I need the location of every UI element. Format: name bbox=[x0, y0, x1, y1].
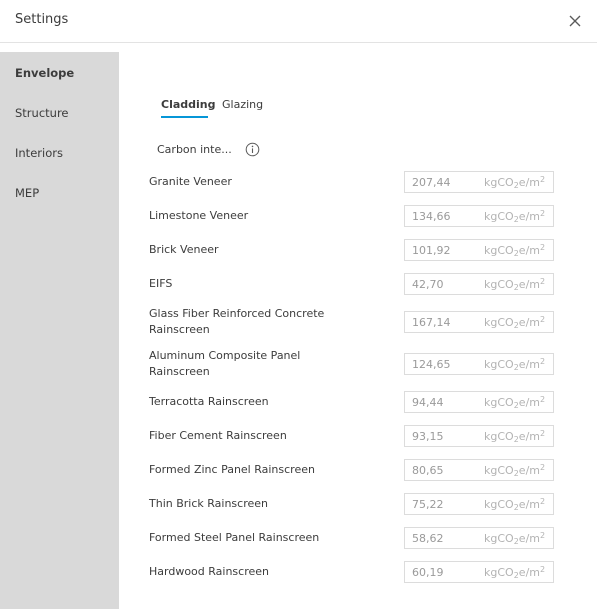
material-label: Glass Fiber Reinforced Concrete Rainscre… bbox=[149, 307, 325, 336]
carbon-intensity-value: 124,65 bbox=[412, 358, 451, 371]
carbon-intensity-field[interactable]: 124,65 kgCO2e/m2 bbox=[404, 353, 554, 375]
material-label: Fiber Cement Rainscreen bbox=[149, 429, 287, 442]
settings-dialog: Settings Envelope Structure Interiors ME… bbox=[0, 0, 597, 609]
unit-label: kgCO2e/m2 bbox=[484, 315, 546, 330]
carbon-intensity-field[interactable]: 75,22 kgCO2e/m2 bbox=[404, 493, 554, 515]
sidebar: Envelope Structure Interiors MEP bbox=[0, 52, 119, 609]
carbon-intensity-value: 207,44 bbox=[412, 176, 451, 189]
material-label: Granite Veneer bbox=[149, 175, 232, 188]
unit-label: kgCO2e/m2 bbox=[484, 395, 546, 410]
carbon-intensity-value: 75,22 bbox=[412, 498, 444, 511]
unit-label: kgCO2e/m2 bbox=[484, 497, 546, 512]
tab-cladding[interactable]: Cladding bbox=[161, 98, 216, 111]
unit-label: kgCO2e/m2 bbox=[484, 531, 546, 546]
carbon-intensity-value: 60,19 bbox=[412, 566, 444, 579]
material-label: Formed Zinc Panel Rainscreen bbox=[149, 463, 315, 476]
carbon-intensity-field[interactable]: 60,19 kgCO2e/m2 bbox=[404, 561, 554, 583]
carbon-intensity-value: 80,65 bbox=[412, 464, 444, 477]
carbon-intensity-field[interactable]: 80,65 kgCO2e/m2 bbox=[404, 459, 554, 481]
dialog-title: Settings bbox=[15, 12, 69, 27]
unit-label: kgCO2e/m2 bbox=[484, 565, 546, 580]
carbon-intensity-label: Carbon inte... bbox=[157, 143, 232, 156]
sidebar-item-structure[interactable]: Structure bbox=[15, 106, 69, 120]
carbon-intensity-field[interactable]: 58,62 kgCO2e/m2 bbox=[404, 527, 554, 549]
material-label: Limestone Veneer bbox=[149, 209, 249, 222]
dialog-header: Settings bbox=[0, 0, 597, 43]
carbon-intensity-field[interactable]: 101,92 kgCO2e/m2 bbox=[404, 239, 554, 261]
carbon-intensity-field[interactable]: 207,44 kgCO2e/m2 bbox=[404, 171, 554, 193]
material-label: Hardwood Rainscreen bbox=[149, 565, 269, 578]
sidebar-item-mep[interactable]: MEP bbox=[15, 186, 39, 200]
material-label: Aluminum Composite Panel Rainscreen bbox=[149, 349, 301, 378]
unit-label: kgCO2e/m2 bbox=[484, 209, 546, 224]
carbon-intensity-value: 101,92 bbox=[412, 244, 451, 257]
material-label: Thin Brick Rainscreen bbox=[149, 497, 268, 510]
carbon-intensity-field[interactable]: 94,44 kgCO2e/m2 bbox=[404, 391, 554, 413]
unit-label: kgCO2e/m2 bbox=[484, 243, 546, 258]
material-label: Brick Veneer bbox=[149, 243, 219, 256]
unit-label: kgCO2e/m2 bbox=[484, 463, 546, 478]
material-label: Formed Steel Panel Rainscreen bbox=[149, 531, 320, 544]
carbon-intensity-value: 58,62 bbox=[412, 532, 444, 545]
active-tab-indicator bbox=[161, 116, 208, 118]
material-label: EIFS bbox=[149, 277, 173, 290]
carbon-intensity-value: 134,66 bbox=[412, 210, 451, 223]
carbon-intensity-field[interactable]: 42,70 kgCO2e/m2 bbox=[404, 273, 554, 295]
sidebar-item-envelope[interactable]: Envelope bbox=[15, 66, 74, 80]
sidebar-item-interiors[interactable]: Interiors bbox=[15, 146, 63, 160]
close-icon[interactable] bbox=[567, 13, 583, 29]
material-label: Terracotta Rainscreen bbox=[149, 395, 269, 408]
carbon-intensity-value: 94,44 bbox=[412, 396, 444, 409]
tab-glazing[interactable]: Glazing bbox=[222, 98, 263, 111]
carbon-intensity-field[interactable]: 93,15 kgCO2e/m2 bbox=[404, 425, 554, 447]
unit-label: kgCO2e/m2 bbox=[484, 175, 546, 190]
carbon-intensity-field[interactable]: 167,14 kgCO2e/m2 bbox=[404, 311, 554, 333]
unit-label: kgCO2e/m2 bbox=[484, 277, 546, 292]
carbon-intensity-value: 93,15 bbox=[412, 430, 444, 443]
unit-label: kgCO2e/m2 bbox=[484, 429, 546, 444]
carbon-intensity-field[interactable]: 134,66 kgCO2e/m2 bbox=[404, 205, 554, 227]
carbon-intensity-value: 42,70 bbox=[412, 278, 444, 291]
unit-label: kgCO2e/m2 bbox=[484, 357, 546, 372]
info-icon[interactable] bbox=[245, 142, 260, 157]
carbon-intensity-value: 167,14 bbox=[412, 316, 451, 329]
